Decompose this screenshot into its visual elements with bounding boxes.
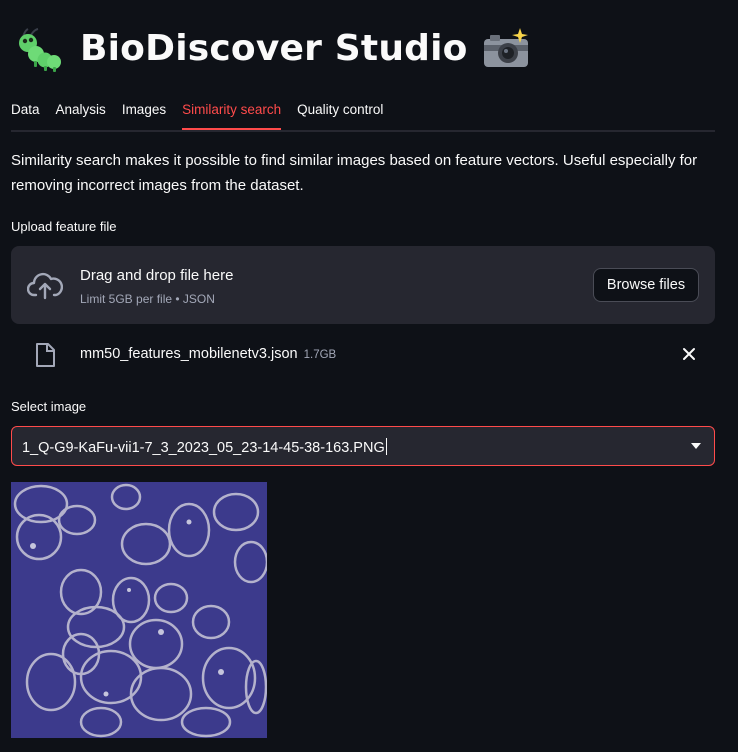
text-caret <box>385 438 387 455</box>
uploaded-file-name: mm50_features_mobilenetv3.json 1.7GB <box>80 346 336 362</box>
description-text: Similarity search makes it possible to f… <box>11 152 698 194</box>
chevron-down-icon[interactable] <box>690 442 702 450</box>
tab-data[interactable]: Data <box>11 96 40 128</box>
page-title: BioDiscover Studio <box>80 27 468 69</box>
tab-similarity-search[interactable]: Similarity search <box>182 96 282 130</box>
image-select[interactable]: 1_Q-G9-KaFu-vii1-7_3_2023_05_23-14-45-38… <box>11 426 715 466</box>
caterpillar-icon <box>19 28 61 72</box>
dropzone-hint: Limit 5GB per file • JSON <box>80 292 215 306</box>
tab-images[interactable]: Images <box>122 96 166 128</box>
file-icon <box>36 343 55 367</box>
select-value-text: 1_Q-G9-KaFu-vii1-7_3_2023_05_23-14-45-38… <box>22 440 385 456</box>
select-image-label: Select image <box>11 399 87 414</box>
tab-analysis[interactable]: Analysis <box>56 96 106 128</box>
browse-files-button[interactable]: Browse files <box>593 268 699 302</box>
dropzone-title: Drag and drop file here <box>80 267 234 284</box>
tab-bar: Data Analysis Images Similarity search Q… <box>11 96 715 132</box>
file-name-text: mm50_features_mobilenetv3.json <box>80 346 298 362</box>
cloud-upload-icon <box>27 272 63 300</box>
file-dropzone[interactable]: Drag and drop file here Limit 5GB per fi… <box>11 246 715 324</box>
tab-quality-control[interactable]: Quality control <box>297 96 383 128</box>
close-icon[interactable] <box>681 346 697 362</box>
camera-flash-icon <box>483 28 528 67</box>
app-header: BioDiscover Studio <box>14 22 530 74</box>
upload-label: Upload feature file <box>11 219 117 234</box>
file-size: 1.7GB <box>303 349 337 361</box>
uploaded-file-item: mm50_features_mobilenetv3.json 1.7GB <box>11 336 715 374</box>
select-value: 1_Q-G9-KaFu-vii1-7_3_2023_05_23-14-45-38… <box>22 438 387 456</box>
selected-image-preview <box>11 482 267 738</box>
